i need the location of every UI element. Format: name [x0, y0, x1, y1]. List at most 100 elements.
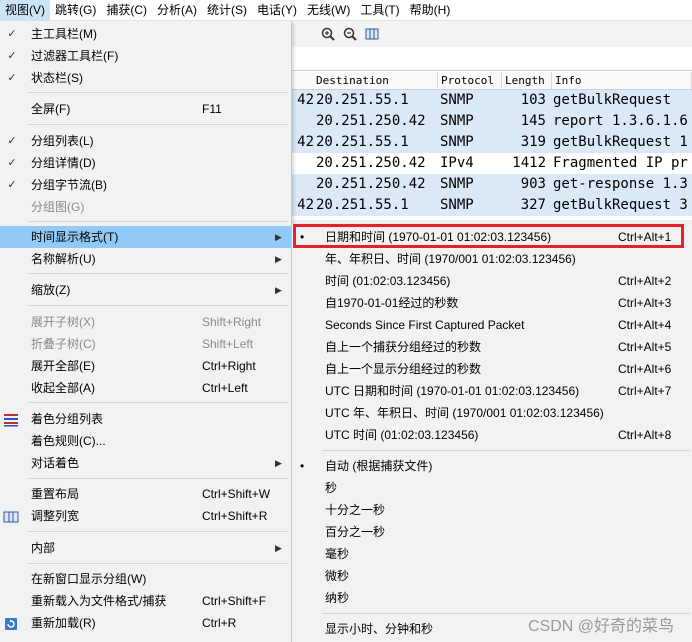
time-display-format-submenu: • 日期和时间 (1970-01-01 01:02:03.123456) Ctr…	[291, 224, 692, 642]
menu-item-zoom[interactable]: 缩放(Z) ▶	[0, 279, 291, 301]
column-destination[interactable]: Destination	[292, 72, 438, 89]
menu-item-shortcut: Shift+Right	[202, 315, 262, 329]
menu-item-label: 折叠子树(C)	[31, 337, 96, 351]
submenu-item-seconds[interactable]: 秒	[292, 477, 692, 499]
zoom-out-icon[interactable]	[342, 26, 358, 42]
submenu-item-utc-time[interactable]: UTC 时间 (01:02:03.123456) Ctrl+Alt+8	[292, 424, 692, 446]
menu-item-expand-all[interactable]: 展开全部(E) Ctrl+Right	[0, 355, 291, 377]
zoom-in-icon[interactable]	[320, 26, 336, 42]
submenu-item-microseconds[interactable]: 微秒	[292, 565, 692, 587]
menu-item-label: 展开子树(X)	[31, 315, 95, 329]
check-icon: ✓	[7, 135, 17, 147]
menu-item-resize-columns[interactable]: 调整列宽 Ctrl+Shift+R	[0, 505, 291, 527]
table-row[interactable]: 20.251.250.42 SNMP 145 report 1.3.6.1.6	[292, 111, 692, 132]
menu-item-colorize-conversation[interactable]: 对话着色 ▶	[0, 452, 291, 474]
submenu-item-centiseconds[interactable]: 百分之一秒	[292, 521, 692, 543]
table-row[interactable]: 42 20.251.55.1 SNMP 103 getBulkRequest	[292, 90, 692, 111]
menu-analyze[interactable]: 分析(A)	[152, 0, 202, 21]
menu-item-label: 过滤器工具栏(F)	[31, 49, 119, 63]
menu-item-label: 分组列表(L)	[31, 134, 94, 148]
submenu-item-since-prev-captured[interactable]: 自上一个捕获分组经过的秒数 Ctrl+Alt+5	[292, 336, 692, 358]
menu-item-packet-list[interactable]: ✓ 分组列表(L)	[0, 130, 291, 152]
menu-item-collapse-all[interactable]: 收起全部(A) Ctrl+Left	[0, 377, 291, 399]
menu-item-time-display-format[interactable]: 时间显示格式(T) ▶	[0, 226, 291, 248]
menu-item-main-toolbar[interactable]: ✓ 主工具栏(M)	[0, 23, 291, 45]
submenu-item-label: 年、年积日、时间 (1970/001 01:02:03.123456)	[325, 252, 576, 266]
menu-item-shortcut: Shift+Left	[202, 337, 254, 351]
packet-list: Destination Protocol Length Info 42 20.2…	[292, 72, 692, 220]
menu-item-label: 重新载入为文件格式/捕获	[31, 594, 167, 608]
submenu-item-label: 纳秒	[325, 591, 350, 605]
submenu-item-utc-year-doy[interactable]: UTC 年、年积日、时间 (1970/001 01:02:03.123456)	[292, 402, 692, 424]
submenu-item-label: UTC 时间 (01:02:03.123456)	[325, 428, 479, 442]
submenu-item-time-of-day[interactable]: 时间 (01:02:03.123456) Ctrl+Alt+2	[292, 270, 692, 292]
submenu-item-shortcut: Ctrl+Alt+6	[618, 362, 672, 376]
menu-item-fullscreen[interactable]: 全屏(F) F11	[0, 98, 291, 120]
table-row[interactable]: 20.251.250.42 SNMP 903 get-response 1.3	[292, 174, 692, 195]
column-info[interactable]: Info	[552, 72, 692, 89]
submenu-item-since-epoch[interactable]: 自1970-01-01经过的秒数 Ctrl+Alt+3	[292, 292, 692, 314]
display-filter-bar[interactable]	[292, 47, 692, 71]
cell-source-tail: 42	[297, 134, 314, 150]
menu-item-label: 重新加载(R)	[31, 616, 96, 630]
submenu-item-since-prev-displayed[interactable]: 自上一个显示分组经过的秒数 Ctrl+Alt+6	[292, 358, 692, 380]
menu-capture[interactable]: 捕获(C)	[101, 0, 152, 21]
cell-length: 103	[520, 92, 546, 108]
submenu-item-nanoseconds[interactable]: 纳秒	[292, 587, 692, 609]
submenu-item-since-first[interactable]: Seconds Since First Captured Packet Ctrl…	[292, 314, 692, 336]
cell-info: getBulkRequest 3	[553, 197, 688, 213]
menu-wireless[interactable]: 无线(W)	[302, 0, 355, 21]
menu-item-label: 展开全部(E)	[31, 359, 95, 373]
menu-item-packet-bytes[interactable]: ✓ 分组字节流(B)	[0, 174, 291, 196]
view-menu: ✓ 主工具栏(M) ✓ 过滤器工具栏(F) ✓ 状态栏(S) 全屏(F) F11…	[0, 21, 292, 642]
submenu-item-utc-date-time[interactable]: UTC 日期和时间 (1970-01-01 01:02:03.123456) C…	[292, 380, 692, 402]
highlight-annotation-box	[293, 224, 684, 248]
menu-go[interactable]: 跳转(G)	[50, 0, 101, 21]
watermark: CSDN @好奇的菜鸟	[527, 618, 674, 635]
menu-item-label: 对话着色	[31, 456, 80, 470]
menu-view[interactable]: 视图(V)	[0, 0, 50, 21]
menu-item-status-bar[interactable]: ✓ 状态栏(S)	[0, 67, 291, 89]
menu-separator	[28, 273, 288, 274]
menu-separator	[28, 305, 288, 306]
table-row[interactable]: 42 20.251.55.1 SNMP 319 getBulkRequest 1	[292, 132, 692, 153]
submenu-arrow-icon: ▶	[275, 254, 282, 264]
cell-protocol: SNMP	[440, 92, 474, 108]
table-row[interactable]: 20.251.250.42 IPv4 1412 Fragmented IP pr	[292, 153, 692, 174]
menu-item-packet-diagram: 分组图(G)	[0, 196, 291, 218]
menu-item-label: 主工具栏(M)	[31, 27, 97, 41]
menu-item-filter-toolbar[interactable]: ✓ 过滤器工具栏(F)	[0, 45, 291, 67]
submenu-item-shortcut: Ctrl+Alt+8	[618, 428, 672, 442]
submenu-item-auto[interactable]: • 自动 (根据捕获文件)	[292, 455, 692, 477]
menu-telephony[interactable]: 电话(Y)	[252, 0, 302, 21]
cell-protocol: SNMP	[440, 176, 474, 192]
menu-item-reset-layout[interactable]: 重置布局 Ctrl+Shift+W	[0, 483, 291, 505]
menu-item-coloring-rules[interactable]: 着色规则(C)...	[0, 430, 291, 452]
menu-item-show-packet-new-window[interactable]: 在新窗口显示分组(W)	[0, 568, 291, 590]
menu-item-name-resolution[interactable]: 名称解析(U) ▶	[0, 248, 291, 270]
menu-statistics[interactable]: 统计(S)	[202, 0, 252, 21]
cell-destination: 20.251.250.42	[316, 113, 426, 129]
menu-item-label: 名称解析(U)	[31, 252, 96, 266]
menu-item-colorize-packet-list[interactable]: 着色分组列表	[0, 408, 291, 430]
column-protocol[interactable]: Protocol	[438, 72, 502, 89]
menu-item-reload-as-format[interactable]: 重新载入为文件格式/捕获 Ctrl+Shift+F	[0, 590, 291, 612]
resize-columns-icon[interactable]	[364, 26, 380, 42]
menu-item-label: 重置布局	[31, 487, 80, 501]
submenu-item-deciseconds[interactable]: 十分之一秒	[292, 499, 692, 521]
submenu-item-label: 自上一个显示分组经过的秒数	[325, 362, 482, 376]
cell-destination: 20.251.55.1	[316, 92, 409, 108]
menu-tools[interactable]: 工具(T)	[355, 0, 404, 21]
menu-item-reload[interactable]: 重新加载(R) Ctrl+R	[0, 612, 291, 634]
submenu-item-year-doy-time[interactable]: 年、年积日、时间 (1970/001 01:02:03.123456)	[292, 248, 692, 270]
cell-protocol: SNMP	[440, 197, 474, 213]
submenu-item-milliseconds[interactable]: 毫秒	[292, 543, 692, 565]
packet-list-header: Destination Protocol Length Info	[292, 72, 692, 90]
table-row[interactable]: 42 20.251.55.1 SNMP 327 getBulkRequest 3	[292, 195, 692, 216]
menu-item-internals[interactable]: 内部 ▶	[0, 537, 291, 559]
menu-item-packet-details[interactable]: ✓ 分组详情(D)	[0, 152, 291, 174]
menu-separator	[322, 450, 690, 451]
column-length[interactable]: Length	[502, 72, 552, 89]
cell-info: get-response 1.3	[553, 176, 688, 192]
menu-help[interactable]: 帮助(H)	[405, 0, 456, 21]
